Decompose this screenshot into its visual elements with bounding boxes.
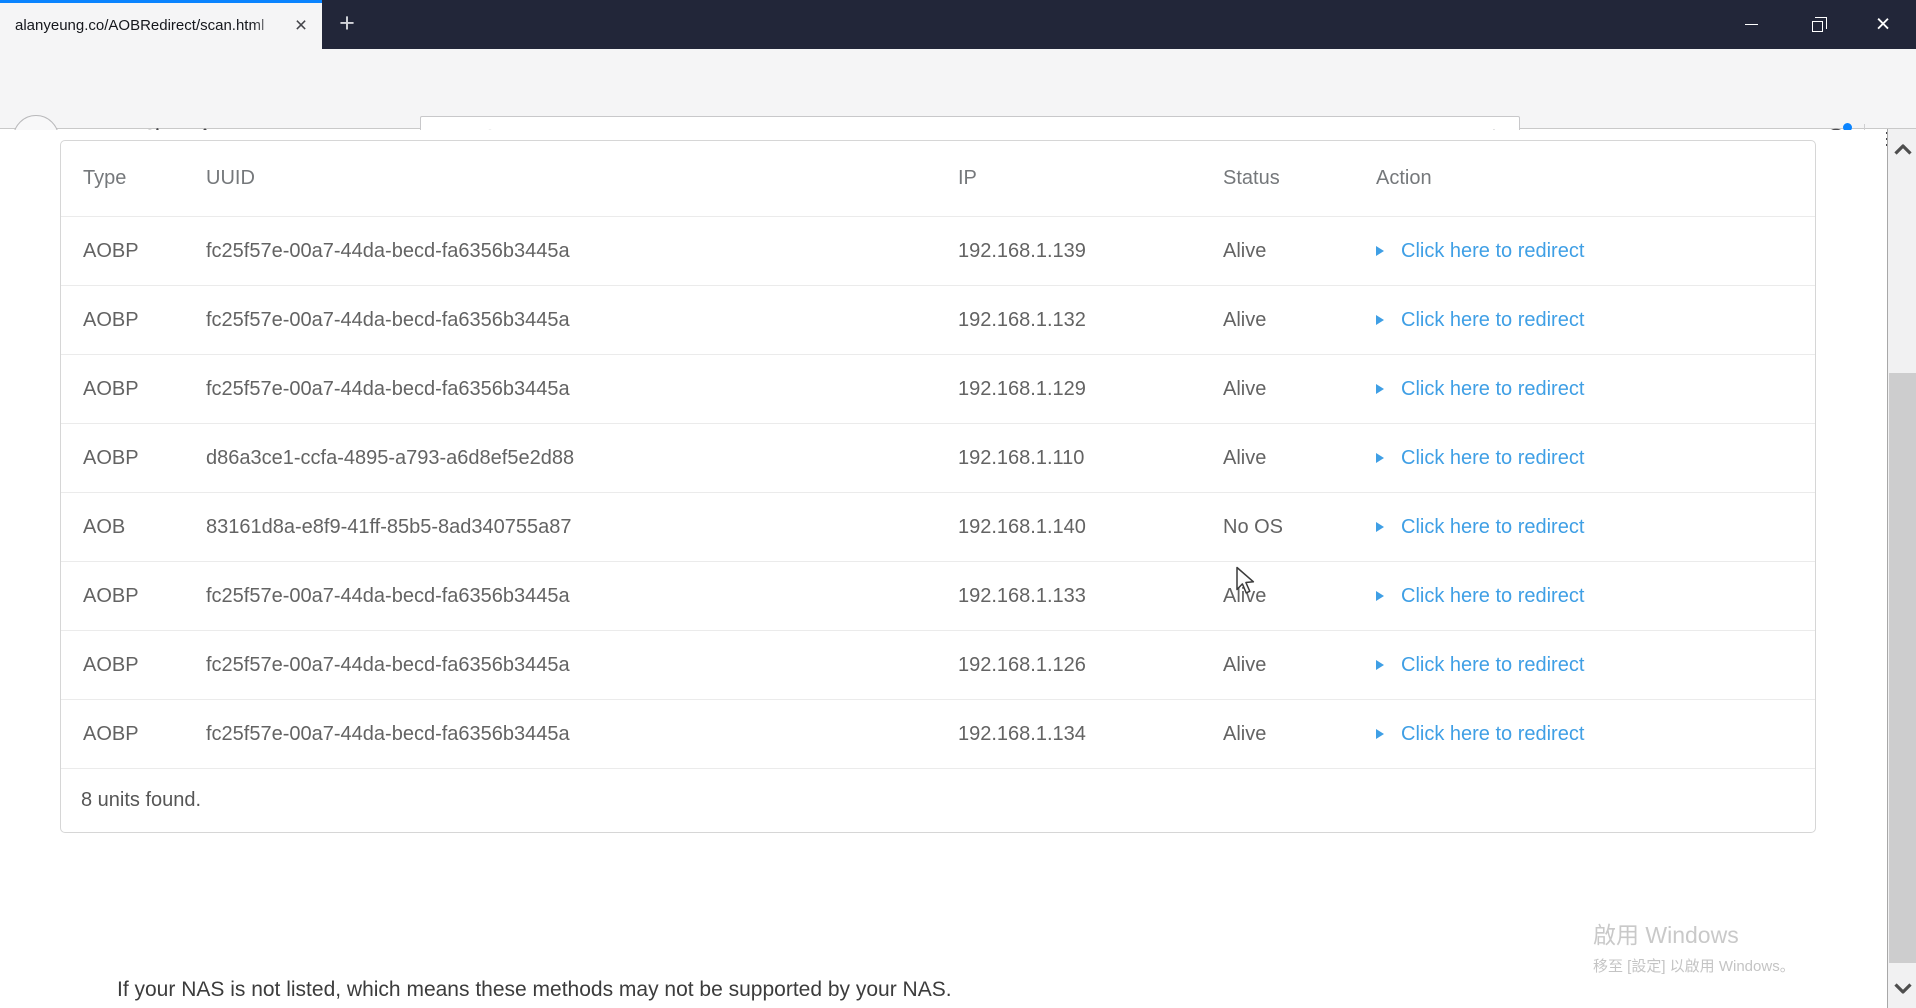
cell-status: Alive	[1223, 584, 1267, 607]
redirect-link[interactable]: Click here to redirect	[1376, 378, 1584, 401]
table-footer: 8 units found.	[61, 768, 1815, 832]
table-row: AOBP fc25f57e-00a7-44da-becd-fa6356b3445…	[61, 630, 1815, 699]
scroll-up-button[interactable]	[1889, 129, 1916, 169]
cell-status: Alive	[1223, 653, 1267, 676]
cell-ip: 192.168.1.129	[958, 377, 1086, 400]
close-icon: ×	[1875, 10, 1891, 38]
cell-uuid: fc25f57e-00a7-44da-becd-fa6356b3445a	[206, 377, 570, 400]
header-status: Status	[1223, 167, 1280, 189]
cell-action: Click here to redirect	[1376, 239, 1815, 263]
cell-action: Click here to redirect	[1376, 308, 1815, 332]
new-tab-button[interactable]: +	[330, 7, 364, 41]
triangle-bullet-icon	[1376, 660, 1384, 671]
cell-action: Click here to redirect	[1376, 377, 1815, 401]
cell-ip: 192.168.1.110	[958, 446, 1085, 469]
triangle-bullet-icon	[1376, 522, 1384, 533]
triangle-bullet-icon	[1376, 453, 1384, 464]
minimize-icon	[1744, 24, 1758, 25]
cell-type: AOBP	[83, 584, 139, 607]
header-action: Action	[1376, 167, 1432, 189]
tab-title-fade	[252, 6, 286, 49]
cell-action: Click here to redirect	[1376, 653, 1815, 677]
cell-status: Alive	[1223, 722, 1267, 745]
cell-ip: 192.168.1.139	[958, 239, 1086, 262]
table-row: AOBP fc25f57e-00a7-44da-becd-fa6356b3445…	[61, 285, 1815, 354]
nas-note-text: If your NAS is not listed, which means t…	[117, 978, 952, 1001]
restore-button[interactable]	[1784, 0, 1850, 49]
redirect-link[interactable]: Click here to redirect	[1376, 447, 1584, 470]
cell-action: Click here to redirect	[1376, 446, 1815, 470]
scan-results-table: Type UUID IP Status Action AOBP fc25f57e…	[60, 140, 1816, 833]
triangle-bullet-icon	[1376, 315, 1384, 326]
minimize-button[interactable]	[1718, 0, 1784, 49]
table-header-row: Type UUID IP Status Action	[61, 141, 1815, 216]
cell-status: Alive	[1223, 377, 1267, 400]
restore-icon	[1811, 16, 1827, 32]
redirect-link[interactable]: Click here to redirect	[1376, 585, 1584, 608]
chevron-up-icon	[1893, 143, 1912, 155]
cell-status: No OS	[1223, 515, 1284, 538]
table-body: AOBP fc25f57e-00a7-44da-becd-fa6356b3445…	[61, 216, 1815, 768]
cell-type: AOBP	[83, 308, 139, 331]
window-controls: ×	[1718, 0, 1916, 49]
windows-activation-watermark: 啟用 Windows 移至 [設定] 以啟用 Windows。	[1593, 916, 1825, 976]
cell-action: Click here to redirect	[1376, 584, 1815, 608]
cell-ip: 192.168.1.133	[958, 584, 1086, 607]
cell-status: Alive	[1223, 308, 1267, 331]
chevron-down-icon	[1893, 982, 1912, 994]
active-tab[interactable]: alanyeung.co/AOBRedirect/scan.html ×	[0, 0, 322, 49]
watermark-line1: 啟用 Windows	[1593, 922, 1739, 948]
cell-uuid: fc25f57e-00a7-44da-becd-fa6356b3445a	[206, 653, 570, 676]
triangle-bullet-icon	[1376, 591, 1384, 602]
cell-type: AOB	[83, 515, 126, 538]
cell-status: Alive	[1223, 446, 1267, 469]
cell-action: Click here to redirect	[1376, 722, 1815, 746]
cell-type: AOBP	[83, 446, 139, 469]
cell-ip: 192.168.1.132	[958, 308, 1086, 331]
table-row: AOBP fc25f57e-00a7-44da-becd-fa6356b3445…	[61, 216, 1815, 285]
cell-type: AOBP	[83, 653, 139, 676]
cell-type: AOBP	[83, 239, 139, 262]
table-row: AOB 83161d8a-e8f9-41ff-85b5-8ad340755a87…	[61, 492, 1815, 561]
watermark-line2: 移至 [設定] 以啟用 Windows。	[1593, 958, 1795, 975]
scroll-down-button[interactable]	[1889, 968, 1916, 1008]
header-type: Type	[83, 167, 127, 189]
redirect-link[interactable]: Click here to redirect	[1376, 516, 1584, 539]
triangle-bullet-icon	[1376, 384, 1384, 395]
cell-status: Alive	[1223, 239, 1267, 262]
cell-uuid: fc25f57e-00a7-44da-becd-fa6356b3445a	[206, 584, 570, 607]
cell-type: AOBP	[83, 722, 139, 745]
tab-title: alanyeung.co/AOBRedirect/scan.html	[15, 17, 265, 34]
triangle-bullet-icon	[1376, 246, 1384, 257]
vertical-scrollbar[interactable]	[1887, 129, 1916, 1008]
redirect-link[interactable]: Click here to redirect	[1376, 309, 1584, 332]
page-content: Type UUID IP Status Action AOBP fc25f57e…	[0, 130, 1886, 1008]
triangle-bullet-icon	[1376, 729, 1384, 740]
tab-bar: alanyeung.co/AOBRedirect/scan.html × + ×	[0, 0, 1916, 49]
table-row: AOBP d86a3ce1-ccfa-4895-a793-a6d8ef5e2d8…	[61, 423, 1815, 492]
table-row: AOBP fc25f57e-00a7-44da-becd-fa6356b3445…	[61, 354, 1815, 423]
navigation-toolbar: https://alanyeung.co/AOBRedirect/scan.ht…	[0, 49, 1916, 162]
header-ip: IP	[958, 167, 977, 189]
cell-action: Click here to redirect	[1376, 515, 1815, 539]
cell-type: AOBP	[83, 377, 139, 400]
cell-ip: 192.168.1.140	[958, 515, 1086, 538]
cell-uuid: fc25f57e-00a7-44da-becd-fa6356b3445a	[206, 308, 570, 331]
table-row: AOBP fc25f57e-00a7-44da-becd-fa6356b3445…	[61, 699, 1815, 768]
cell-ip: 192.168.1.126	[958, 653, 1086, 676]
cell-uuid: fc25f57e-00a7-44da-becd-fa6356b3445a	[206, 239, 570, 262]
cell-ip: 192.168.1.134	[958, 722, 1086, 745]
cell-uuid: fc25f57e-00a7-44da-becd-fa6356b3445a	[206, 722, 570, 745]
redirect-link[interactable]: Click here to redirect	[1376, 654, 1584, 677]
cell-uuid: d86a3ce1-ccfa-4895-a793-a6d8ef5e2d88	[206, 446, 575, 469]
cell-uuid: 83161d8a-e8f9-41ff-85b5-8ad340755a87	[206, 515, 572, 538]
tab-close-icon[interactable]: ×	[288, 13, 314, 39]
scrollbar-thumb[interactable]	[1889, 373, 1916, 963]
header-uuid: UUID	[206, 167, 255, 189]
redirect-link[interactable]: Click here to redirect	[1376, 240, 1584, 263]
close-button[interactable]: ×	[1850, 0, 1916, 49]
browser-window: alanyeung.co/AOBRedirect/scan.html × + ×	[0, 0, 1916, 1008]
table-row: AOBP fc25f57e-00a7-44da-becd-fa6356b3445…	[61, 561, 1815, 630]
redirect-link[interactable]: Click here to redirect	[1376, 723, 1584, 746]
